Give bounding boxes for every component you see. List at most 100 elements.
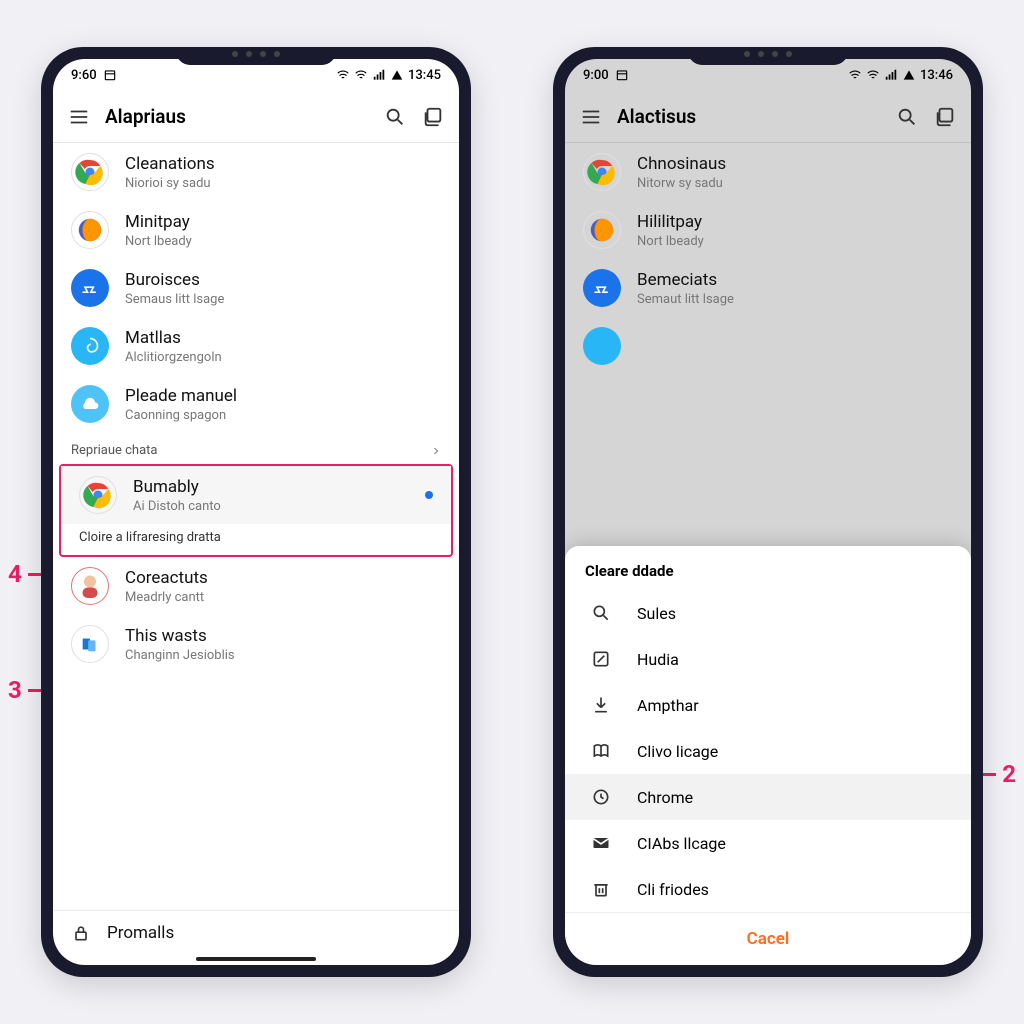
phone-right: 9:00 13:46 Alactisus <box>553 47 983 977</box>
status-clock: 13:45 <box>408 68 441 83</box>
sheet-option[interactable]: Ampthar <box>565 682 971 728</box>
screen: 9:60 13:45 Alapriaus <box>53 59 459 965</box>
status-time: 9:00 <box>583 68 609 83</box>
selected-dot-icon <box>425 491 433 499</box>
sheet-label: Sules <box>637 604 676 623</box>
signal-icon <box>884 68 898 82</box>
wifi-icon <box>866 68 880 82</box>
download-icon <box>591 695 611 715</box>
sheet-option[interactable]: CIAbs llcage <box>565 820 971 866</box>
status-bar: 9:00 13:46 <box>565 59 971 91</box>
bottom-sheet: Cleare ddade Sules Hudia Ampthar Clivo l… <box>565 546 971 965</box>
person-icon <box>71 567 109 605</box>
calendar-icon <box>615 68 629 82</box>
list-item: Chnosinaus Nitorw sy sadu <box>565 143 971 201</box>
item-sub: Niorioi sy sadu <box>125 176 215 191</box>
menu-icon <box>580 106 602 128</box>
home-indicator[interactable] <box>196 957 316 961</box>
sheet-cancel-button[interactable]: Cacel <box>565 912 971 965</box>
wifi-icon <box>848 68 862 82</box>
list-item[interactable]: This wasts Changinn Jesioblis <box>53 615 459 673</box>
sheet-option[interactable]: Sules <box>565 590 971 636</box>
files-icon <box>71 625 109 663</box>
tabs-button[interactable] <box>933 105 957 129</box>
list-item[interactable]: Minitpay Nort lbeady <box>53 201 459 259</box>
search-button[interactable] <box>383 105 407 129</box>
highlighted-section: Bumably Ai Distoh canto Cloire a lifrares… <box>59 464 453 557</box>
item-title: Bumably <box>133 477 409 497</box>
menu-button[interactable] <box>67 105 91 129</box>
sheet-option[interactable]: Clivo licage <box>565 728 971 774</box>
item-sub: Changinn Jesioblis <box>125 648 235 663</box>
chevron-right-icon <box>431 446 441 456</box>
signal-icon <box>372 68 386 82</box>
sheet-label: Ampthar <box>637 696 699 715</box>
sheet-label: CIAbs llcage <box>637 834 726 853</box>
swirl-icon <box>583 327 621 365</box>
app-list[interactable]: Cleanations Niorioi sy sadu Minitpay Nort … <box>53 143 459 925</box>
page-title: Alactisus <box>617 105 881 128</box>
list-item: Bemeciats Semaut litt lsage <box>565 259 971 317</box>
tabs-button[interactable] <box>421 105 445 129</box>
list-item[interactable]: MatllasAlclitiorgzengoln <box>53 317 459 375</box>
bottom-label: Promalls <box>107 923 174 943</box>
tool-icon <box>583 269 621 307</box>
menu-button[interactable] <box>579 105 603 129</box>
wifi-icon <box>354 68 368 82</box>
section-header-label: Repriaue chata <box>71 443 158 458</box>
sheet-label: Cli friodes <box>637 880 709 899</box>
clock-icon <box>591 787 611 807</box>
page-title: Alapriaus <box>105 105 369 128</box>
chrome-icon <box>79 476 117 514</box>
sheet-label: Hudia <box>637 650 679 669</box>
status-bar: 9:60 13:45 <box>53 59 459 91</box>
callout-label-4: 4 <box>8 560 22 588</box>
wifi-icon <box>336 68 350 82</box>
item-title: This wasts <box>125 626 235 646</box>
firefox-icon <box>71 211 109 249</box>
item-title: Pleade manuel <box>125 386 237 406</box>
item-title: Matllas <box>125 328 222 348</box>
item-sub: Semaut litt lsage <box>637 292 734 307</box>
item-title: Hililitpay <box>637 212 704 232</box>
item-title: Chnosinaus <box>637 154 726 174</box>
item-title: Bemeciats <box>637 270 734 290</box>
item-sub: Nort lbeady <box>125 234 192 249</box>
sheet-option[interactable]: Hudia <box>565 636 971 682</box>
screen: 9:00 13:46 Alactisus <box>565 59 971 965</box>
item-title: Coreactuts <box>125 568 208 588</box>
list-item[interactable]: BuroiscesSemaus litt lsage <box>53 259 459 317</box>
mail-icon <box>591 833 611 853</box>
list-item[interactable]: Cleanations Niorioi sy sadu <box>53 143 459 201</box>
item-title: Minitpay <box>125 212 192 232</box>
section-header[interactable]: Repriaue chata <box>53 433 459 464</box>
item-title: Buroisces <box>125 270 224 290</box>
app-header: Alactisus <box>565 91 971 143</box>
bottom-bar[interactable]: Promalls <box>53 910 459 955</box>
search-icon <box>896 106 918 128</box>
calendar-icon <box>103 68 117 82</box>
status-time: 9:60 <box>71 68 97 83</box>
highlight-caption: Cloire a lifraresing dratta <box>61 524 451 555</box>
item-sub: Nitorw sy sadu <box>637 176 726 191</box>
firefox-icon <box>583 211 621 249</box>
sheet-label: Chrome <box>637 788 693 807</box>
item-title: Cleanations <box>125 154 215 174</box>
tabs-icon <box>422 106 444 128</box>
list-item-cut <box>565 317 971 375</box>
sheet-option[interactable]: Cli friodes <box>565 866 971 912</box>
list-item-highlighted[interactable]: Bumably Ai Distoh canto <box>61 466 451 524</box>
item-sub: Ai Distoh canto <box>133 499 409 514</box>
battery-icon <box>902 68 916 82</box>
battery-icon <box>390 68 404 82</box>
list-item: HililitpayNort lbeady <box>565 201 971 259</box>
book-icon <box>591 741 611 761</box>
callout-label-3: 3 <box>8 676 22 704</box>
tool-icon <box>71 269 109 307</box>
list-item[interactable]: Pleade manuelCaonning spagon <box>53 375 459 433</box>
sheet-option-selected[interactable]: Chrome <box>565 774 971 820</box>
list-item[interactable]: CoreactutsMeadrly cantt <box>53 557 459 615</box>
cloud-icon <box>71 385 109 423</box>
edit-icon <box>591 649 611 669</box>
search-button[interactable] <box>895 105 919 129</box>
